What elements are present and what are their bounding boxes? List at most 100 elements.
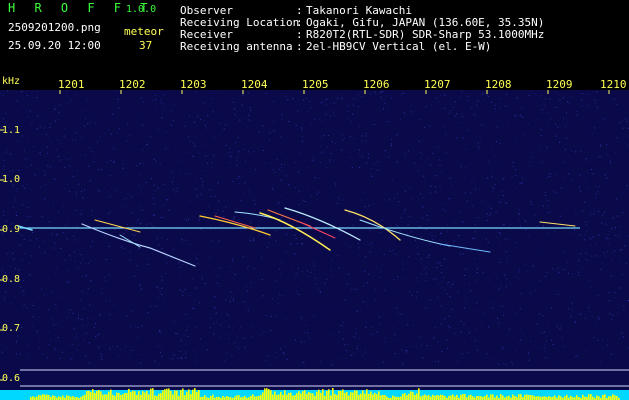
signal-level-bar: [170, 390, 172, 400]
signal-level-bar: [134, 391, 136, 400]
signal-level-bar: [368, 393, 370, 400]
file-name: 2509201200.png: [8, 21, 101, 34]
signal-level-bar: [604, 394, 606, 400]
signal-level-bar: [452, 394, 454, 400]
meteor-count: 37: [139, 39, 153, 52]
signal-level-bar: [468, 395, 470, 400]
signal-level-bar: [234, 396, 236, 400]
signal-level-bar: [126, 392, 128, 400]
signal-level-bar: [90, 392, 92, 400]
signal-level-bar: [152, 388, 154, 400]
signal-level-bar: [406, 395, 408, 400]
signal-level-bar: [432, 394, 434, 400]
signal-level-bar: [312, 393, 314, 400]
signal-level-bar: [150, 388, 152, 400]
signal-level-bar: [102, 394, 104, 400]
signal-level-bar: [154, 395, 156, 400]
signal-level-bar: [438, 395, 440, 400]
signal-level-bar: [250, 395, 252, 400]
signal-level-bar: [484, 396, 486, 400]
signal-level-bar: [258, 395, 260, 400]
signal-level-bar: [48, 395, 50, 400]
signal-level-bar: [46, 394, 48, 400]
signal-level-bar: [590, 394, 592, 400]
signal-level-bar: [520, 394, 522, 400]
signal-level-bar: [612, 394, 614, 400]
signal-level-bar: [172, 394, 174, 400]
signal-level-bar: [310, 393, 312, 400]
signal-level-bar: [426, 395, 428, 400]
signal-level-bar: [72, 396, 74, 400]
signal-level-bar: [602, 395, 604, 400]
signal-level-bar: [554, 395, 556, 400]
signal-level-bar: [356, 390, 358, 400]
signal-level-bar: [330, 395, 332, 400]
signal-level-bar: [212, 394, 214, 400]
signal-level-bar: [374, 392, 376, 400]
signal-level-bar: [380, 395, 382, 400]
signal-level-bar: [422, 395, 424, 400]
signal-level-bar: [244, 395, 246, 400]
signal-level-bar: [110, 389, 112, 400]
signal-level-bar: [162, 390, 164, 400]
signal-level-bar: [86, 391, 88, 400]
signal-level-bar: [182, 388, 184, 400]
signal-level-bar: [92, 389, 94, 400]
signal-level-bar: [138, 391, 140, 400]
signal-level-bar: [576, 395, 578, 400]
signal-level-bar: [108, 391, 110, 400]
signal-level-bar: [62, 395, 64, 400]
signal-level-bar: [280, 392, 282, 400]
signal-level-bar: [204, 395, 206, 400]
signal-level-bar: [364, 393, 366, 400]
signal-level-bar: [490, 394, 492, 400]
signal-level-bar: [456, 394, 458, 400]
signal-level-bar: [304, 390, 306, 400]
signal-level-bar: [168, 388, 170, 400]
signal-level-bar: [54, 396, 56, 400]
signal-level-bar: [128, 388, 130, 400]
signal-level-bar: [318, 389, 320, 400]
signal-level-bar: [536, 396, 538, 400]
signal-level-bar: [252, 394, 254, 400]
signal-level-bar: [238, 395, 240, 400]
signal-level-bar: [514, 395, 516, 400]
signal-level-bar: [254, 396, 256, 400]
signal-level-bar: [268, 389, 270, 400]
signal-level-bar: [320, 392, 322, 400]
signal-level-bar: [122, 394, 124, 400]
signal-level-bar: [428, 395, 430, 400]
signal-level-bar: [174, 390, 176, 400]
signal-level-bar: [334, 393, 336, 400]
signal-level-bar: [106, 394, 108, 400]
signal-level-bar: [420, 396, 422, 400]
y-tick-label: 0.8: [2, 274, 21, 285]
signal-level-bar: [342, 389, 344, 400]
signal-level-bar: [450, 395, 452, 400]
signal-level-bar: [366, 389, 368, 400]
signal-level-bar: [392, 395, 394, 400]
signal-level-bar: [222, 395, 224, 400]
signal-level-bar: [564, 396, 566, 400]
signal-level-bar: [256, 396, 258, 400]
signal-level-bar: [462, 394, 464, 400]
signal-level-bar: [460, 394, 462, 400]
signal-level-bar: [592, 396, 594, 400]
signal-level-bar: [328, 389, 330, 400]
signal-level-bar: [424, 394, 426, 400]
signal-level-bar: [352, 392, 354, 400]
signal-level-bar: [434, 395, 436, 400]
signal-level-bar: [354, 390, 356, 400]
signal-level-bar: [42, 394, 44, 400]
signal-level-bar: [146, 390, 148, 400]
signal-level-bar: [298, 391, 300, 400]
signal-level-bar: [158, 393, 160, 400]
file-datetime: 25.09.20 12:00: [8, 39, 101, 52]
spectrogram-waterfall: [0, 90, 629, 400]
signal-level-bar: [84, 394, 86, 400]
signal-level-bar: [340, 391, 342, 400]
signal-level-bar: [178, 395, 180, 400]
signal-level-bar: [560, 396, 562, 400]
y-tick-label: 1.1: [2, 125, 21, 136]
signal-level-bar: [346, 391, 348, 400]
